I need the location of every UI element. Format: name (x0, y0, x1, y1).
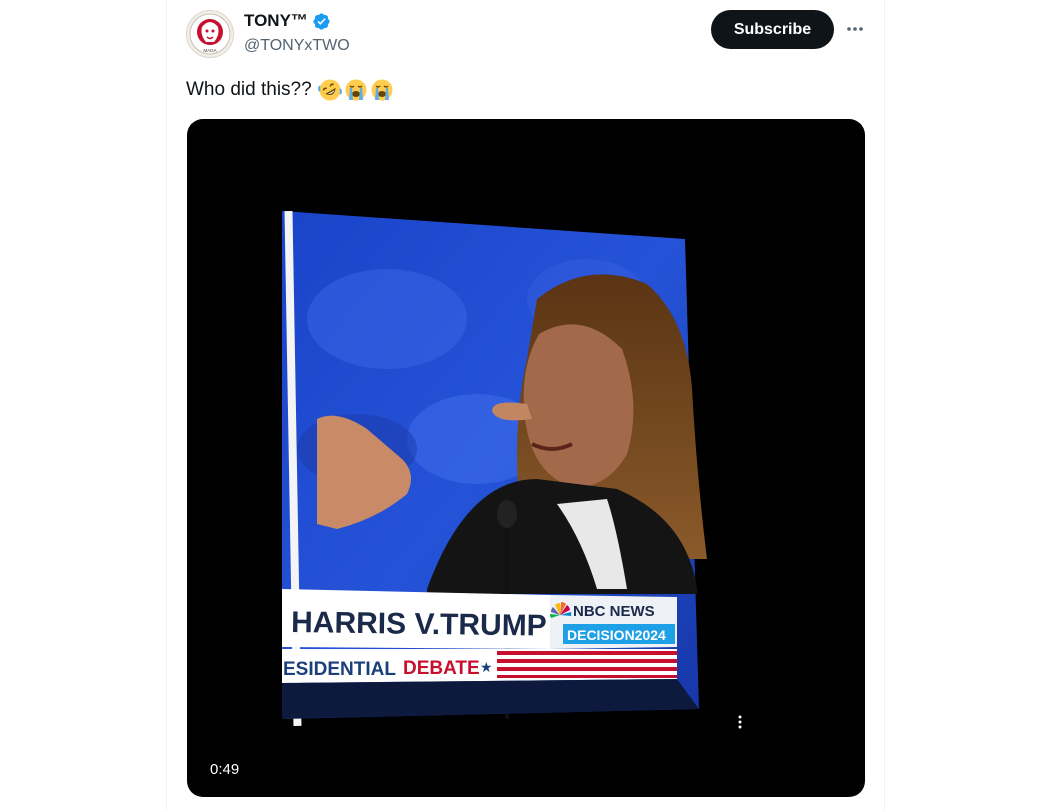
program-name: DECISION2024 (567, 627, 666, 643)
post-page: MAGA TONY™ @TONYxTWO Subscribe Who did t… (0, 0, 1050, 810)
video-frame: HARRIS V.TRUMP NBC NEWS DECISION2024 ESI… (282, 210, 742, 729)
lion-maga-logo-icon: MAGA (189, 13, 231, 55)
emoji-row (317, 78, 394, 102)
network-name: NBC NEWS (573, 603, 655, 620)
subscribe-button[interactable]: Subscribe (711, 10, 834, 49)
loudly-crying-emoji-icon (371, 79, 393, 101)
author-avatar[interactable]: MAGA (186, 10, 234, 58)
avatar-caption: MAGA (203, 48, 216, 53)
author-handle[interactable]: @TONYxTWO (244, 36, 350, 56)
lower-third-title: HARRIS V.TRUMP (291, 606, 547, 643)
loudly-crying-emoji-icon (345, 79, 367, 101)
more-options-icon (847, 27, 863, 31)
column-divider-left (166, 0, 167, 810)
author-name-row[interactable]: TONY™ (244, 11, 331, 31)
subtitle-highlight: DEBATE (403, 658, 480, 679)
author-display-name[interactable]: TONY™ (244, 11, 308, 31)
more-options-button[interactable] (840, 14, 870, 44)
verified-badge-icon (313, 12, 330, 30)
subtitle-prefix: ESIDENTIAL (283, 659, 396, 680)
video-duration: 0:49 (210, 761, 240, 778)
person-face (523, 324, 634, 488)
post-text-row: Who did this?? (186, 77, 394, 103)
rolling-on-floor-laughing-emoji-icon (317, 79, 342, 101)
vertical-dots-icon[interactable] (738, 715, 742, 729)
subtitle-star: ★ (480, 660, 493, 676)
video-player[interactable]: HARRIS V.TRUMP NBC NEWS DECISION2024 ESI… (187, 119, 865, 797)
post-text: Who did this?? (186, 79, 312, 100)
column-divider-right (884, 0, 885, 810)
